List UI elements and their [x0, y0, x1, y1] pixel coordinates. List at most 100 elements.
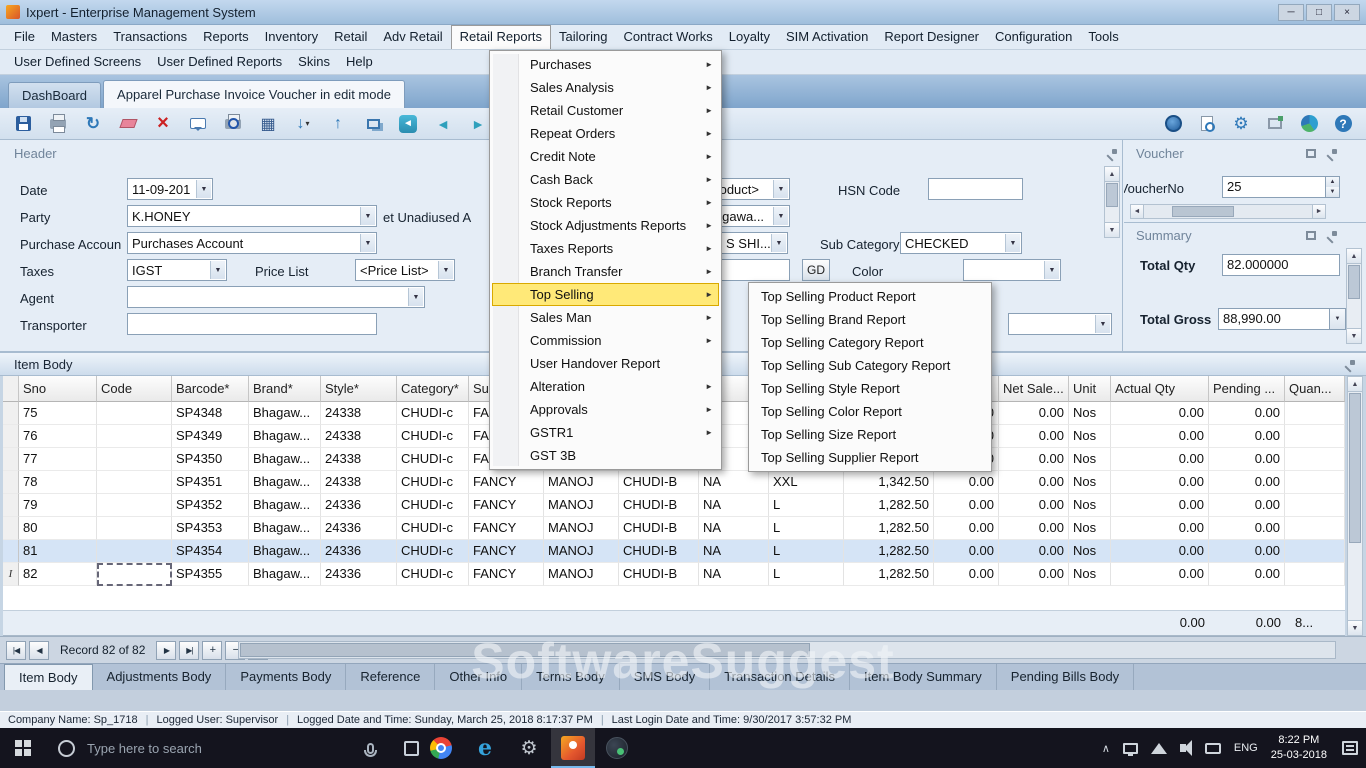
cortana-icon[interactable] [58, 740, 75, 757]
bottom-tab-transaction-details[interactable]: Transaction Details [710, 664, 850, 690]
task-view-icon[interactable] [404, 741, 419, 756]
menubar-item-inventory[interactable]: Inventory [257, 25, 326, 49]
last-record-button[interactable]: ▶| [179, 641, 199, 660]
settings-taskbar-icon[interactable]: ⚙ [507, 728, 551, 768]
summary-scrollbar[interactable]: ▲ ▼ [1346, 248, 1362, 344]
bottom-tab-item-body-summary[interactable]: Item Body Summary [850, 664, 997, 690]
voucher-scrollbar[interactable]: ◄ ► [1130, 204, 1326, 219]
export-icon[interactable] [1262, 112, 1288, 136]
save-icon[interactable] [10, 112, 36, 136]
menubar-item-contract-works[interactable]: Contract Works [615, 25, 720, 49]
delete-icon[interactable]: × [150, 112, 176, 136]
language-indicator[interactable]: ENG [1234, 742, 1258, 754]
taskbar-search-input[interactable]: Type here to search [87, 741, 247, 756]
table-row[interactable]: 80SP4353Bhagaw...24336CHUDI-cFANCYMANOJC… [3, 517, 1345, 540]
column-header-sno[interactable]: Sno [19, 376, 97, 402]
restore-icon[interactable] [1306, 231, 1316, 240]
voucher-no-value[interactable]: 25 [1222, 176, 1326, 198]
date-combo[interactable]: 11-09-201▼ [127, 178, 213, 200]
scrollbar-thumb[interactable] [1172, 206, 1234, 217]
nav-back-icon[interactable]: ◄ [395, 112, 421, 136]
download-icon[interactable]: ↓▾ [290, 112, 316, 136]
menu-item-top-selling[interactable]: Top Selling► [492, 283, 719, 306]
scroll-up-icon[interactable]: ▲ [1347, 249, 1361, 264]
document-tab-dashboard[interactable]: DashBoard [8, 82, 101, 108]
submenu-item-top-selling-style-report[interactable]: Top Selling Style Report [751, 377, 989, 400]
restore-icon[interactable] [1306, 149, 1316, 158]
scroll-left-icon[interactable]: ◄ [1131, 205, 1144, 218]
taskbar-clock[interactable]: 8:22 PM25-03-2018 [1271, 733, 1327, 763]
menu-item-taxes-reports[interactable]: Taxes Reports► [492, 237, 719, 260]
table-row[interactable]: 81SP4354Bhagaw...24336CHUDI-cFANCYMANOJC… [3, 540, 1345, 563]
menu-item-user-handover-report[interactable]: User Handover Report [492, 352, 719, 375]
grid-scrollbar[interactable]: ▲ ▼ [1347, 376, 1363, 636]
help-icon[interactable]: ? [1330, 112, 1356, 136]
menu-item-stock-reports[interactable]: Stock Reports► [492, 191, 719, 214]
scroll-down-icon[interactable]: ▼ [1348, 620, 1362, 635]
pin-icon[interactable] [1106, 148, 1118, 160]
wifi-icon[interactable] [1151, 743, 1167, 754]
bottom-tab-sms-body[interactable]: SMS Body [620, 664, 710, 690]
menubar-item-configuration[interactable]: Configuration [987, 25, 1080, 49]
column-header-pending[interactable]: Pending ... [1209, 376, 1285, 402]
bottom-tab-adjustments-body[interactable]: Adjustments Body [93, 664, 227, 690]
column-header-barcode[interactable]: Barcode* [172, 376, 249, 402]
menubar-item-report-designer[interactable]: Report Designer [876, 25, 987, 49]
menubar-item-skins[interactable]: Skins [290, 50, 338, 74]
menubar-item-tools[interactable]: Tools [1080, 25, 1126, 49]
pin-icon[interactable] [1326, 148, 1338, 160]
submenu-item-top-selling-color-report[interactable]: Top Selling Color Report [751, 400, 989, 423]
settings-icon[interactable]: ⚙ [1228, 112, 1254, 136]
add-record-button[interactable]: + [202, 641, 222, 660]
start-button[interactable] [0, 728, 46, 768]
menu-item-sales-analysis[interactable]: Sales Analysis► [492, 76, 719, 99]
column-header-category[interactable]: Category* [397, 376, 469, 402]
menubar-item-user-defined-screens[interactable]: User Defined Screens [6, 50, 149, 74]
menu-item-commission[interactable]: Commission► [492, 329, 719, 352]
next-record-button[interactable]: ▶ [156, 641, 176, 660]
chrome-taskbar-icon[interactable] [419, 728, 463, 768]
microphone-icon[interactable] [367, 743, 374, 754]
clear-icon[interactable] [115, 112, 141, 136]
menubar-item-masters[interactable]: Masters [43, 25, 105, 49]
submenu-item-top-selling-brand-report[interactable]: Top Selling Brand Report [751, 308, 989, 331]
submenu-item-top-selling-category-report[interactable]: Top Selling Category Report [751, 331, 989, 354]
print-icon[interactable] [45, 112, 71, 136]
purchase-account-combo[interactable]: Purchases Account▼ [127, 232, 377, 254]
submenu-item-top-selling-product-report[interactable]: Top Selling Product Report [751, 285, 989, 308]
bottom-tab-item-body[interactable]: Item Body [4, 664, 93, 690]
menubar-item-loyalty[interactable]: Loyalty [721, 25, 778, 49]
menubar-item-file[interactable]: File [6, 25, 43, 49]
voucher-no-spinner[interactable]: ▲▼ [1326, 176, 1340, 198]
menu-item-approvals[interactable]: Approvals► [492, 398, 719, 421]
pin-icon[interactable] [1326, 230, 1338, 242]
party-combo[interactable]: K.HONEY▼ [127, 205, 377, 227]
menu-item-sales-man[interactable]: Sales Man► [492, 306, 719, 329]
pin-icon[interactable] [1344, 359, 1356, 371]
clock-icon[interactable] [1160, 112, 1186, 136]
menu-item-purchases[interactable]: Purchases► [492, 53, 719, 76]
touch-keyboard-icon[interactable] [1205, 743, 1221, 754]
menubar-item-retail-reports[interactable]: Retail Reports [451, 25, 551, 49]
app-taskbar-icon[interactable] [595, 728, 639, 768]
comment-icon[interactable] [185, 112, 211, 136]
column-header-actual-qty[interactable]: Actual Qty [1111, 376, 1209, 402]
scrollbar-thumb[interactable] [1348, 265, 1360, 299]
scroll-right-icon[interactable]: ► [1312, 205, 1325, 218]
volume-icon[interactable] [1180, 744, 1186, 752]
color-combo[interactable]: ▼ [963, 259, 1061, 281]
document-tab-apparel-purchase-invoice-voucher-in-edit-mode[interactable]: Apparel Purchase Invoice Voucher in edit… [103, 80, 405, 108]
agent-combo[interactable]: ▼ [127, 286, 425, 308]
minimize-button[interactable]: ─ [1278, 4, 1304, 21]
menu-item-retail-customer[interactable]: Retail Customer► [492, 99, 719, 122]
menubar-item-reports[interactable]: Reports [195, 25, 257, 49]
price-list-combo[interactable]: <Price List>▼ [355, 259, 455, 281]
column-header-style[interactable]: Style* [321, 376, 397, 402]
prev-record-button[interactable]: ◀ [29, 641, 49, 660]
apps-icon[interactable] [1296, 112, 1322, 136]
menu-item-credit-note[interactable]: Credit Note► [492, 145, 719, 168]
action-center-icon[interactable] [1342, 741, 1358, 755]
maximize-button[interactable]: □ [1306, 4, 1332, 21]
close-button[interactable]: × [1334, 4, 1360, 21]
column-header-brand[interactable]: Brand* [249, 376, 321, 402]
